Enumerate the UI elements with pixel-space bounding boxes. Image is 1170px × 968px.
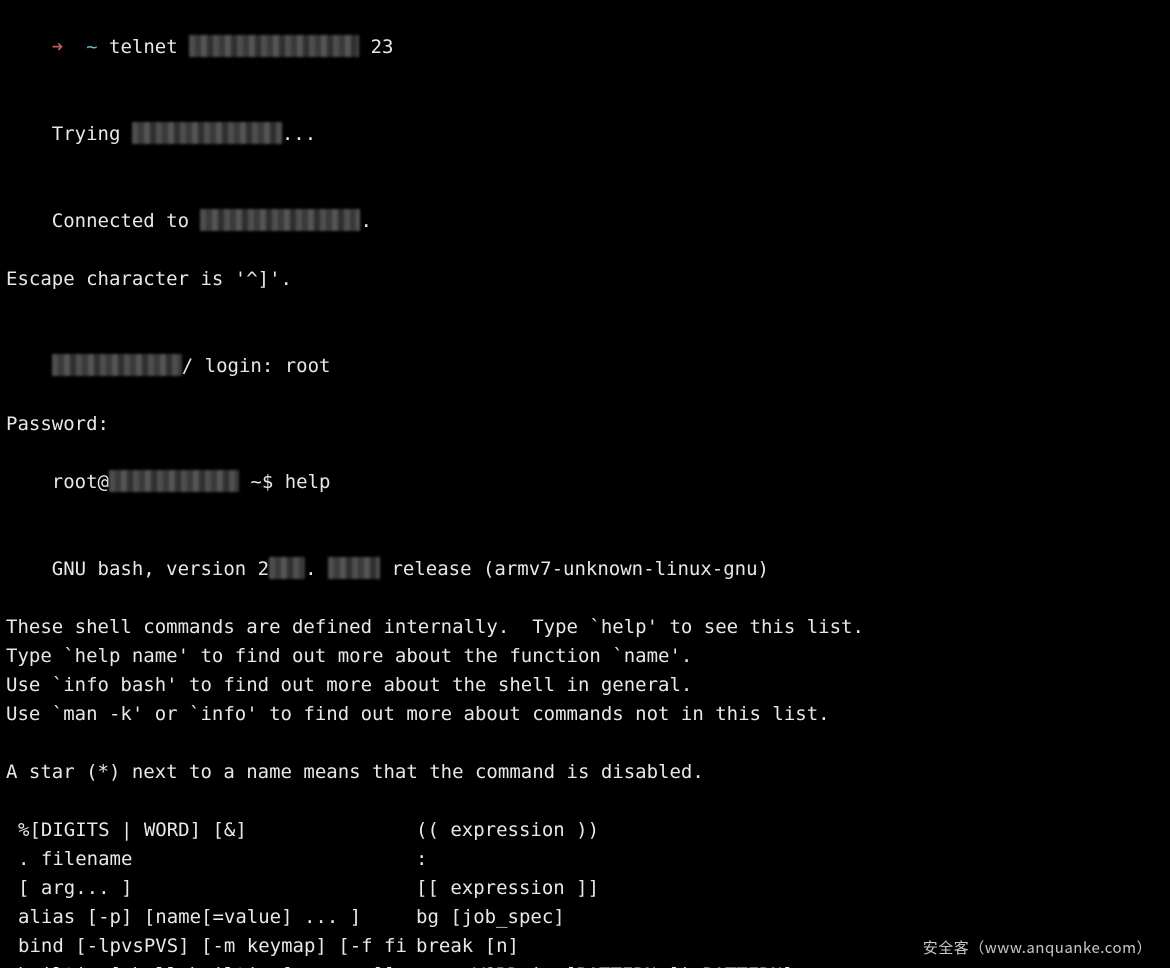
login-label: / login: [182,355,285,377]
help-item: builtin [shell-builtin [arg ...]] [18,961,416,968]
bash-version-line: GNU bash, version 2. release (armv7-unkn… [6,526,1164,613]
help-item: bg [job_spec] [416,903,805,932]
help-intro-line: Type `help name' to find out more about … [6,642,1164,671]
help-intro-line [6,787,1164,816]
help-item: alias [-p] [name[=value] ... ] [18,903,416,932]
help-item: %[DIGITS | WORD] [&] [18,816,416,845]
command-port: 23 [371,36,394,58]
help-item: case WORD in [PATTERN [| PATTERN]. [416,961,805,968]
bash-version-tail: elease (armv7-unknown-linux-gnu) [403,558,769,580]
prompt-line: ➜ ~ telnet 23 [6,4,1164,91]
output-trying: Trying ... [6,91,1164,178]
help-intro-line: Use `man -k' or `info' to find out more … [6,700,1164,729]
help-intro-line: These shell commands are defined interna… [6,613,1164,642]
help-item: (( expression )) [416,816,805,845]
shell-command: help [285,471,331,493]
redacted-host [189,35,359,57]
bash-version-mid: . [305,558,316,580]
redacted-ver1 [269,557,305,579]
help-item: . filename [18,845,416,874]
trying-tail: ... [282,123,316,145]
redacted-ip [132,122,282,144]
login-user: root [285,355,331,377]
connected-label: Connected to [52,210,201,232]
shell-user: root@ [52,471,109,493]
help-intro-line [6,729,1164,758]
password-line: Password: [6,410,1164,439]
shell-prompt-line: root@ ~$ help [6,439,1164,526]
shell-prompt-tail: ~$ [239,471,285,493]
prompt-cwd: ~ [86,36,97,58]
redacted-host-2 [200,209,360,231]
prompt-arrow-icon: ➜ [52,36,63,58]
help-item: [[ expression ]] [416,874,805,903]
help-intro-block: These shell commands are defined interna… [6,613,1164,816]
blank-line [6,294,1164,323]
watermark-text: 安全客（www.anquanke.com） [923,933,1152,962]
redacted-banner [52,354,182,376]
help-item: [ arg... ] [18,874,416,903]
trying-label: Trying [52,123,132,145]
help-intro-line: Use `info bash' to find out more about t… [6,671,1164,700]
output-escape: Escape character is '^]'. [6,265,1164,294]
help-item: bind [-lpvsPVS] [-m keymap] [-f fi [18,932,416,961]
output-connected: Connected to . [6,178,1164,265]
help-item: : [416,845,805,874]
command-name: telnet [109,36,178,58]
connected-tail: . [360,210,371,232]
help-column-left: %[DIGITS | WORD] [&]. filename[ arg... ]… [18,816,416,968]
help-column-right: (( expression )):[[ expression ]]bg [job… [416,816,805,968]
bash-version-pre: GNU bash, version 2 [52,558,269,580]
redacted-hostname [109,470,239,492]
help-intro-line: A star (*) next to a name means that the… [6,758,1164,787]
help-item: break [n] [416,932,805,961]
redacted-ver2 [328,557,380,579]
terminal-window[interactable]: ➜ ~ telnet 23 Trying ... Connected to . … [0,0,1170,968]
login-line: / login: root [6,323,1164,410]
